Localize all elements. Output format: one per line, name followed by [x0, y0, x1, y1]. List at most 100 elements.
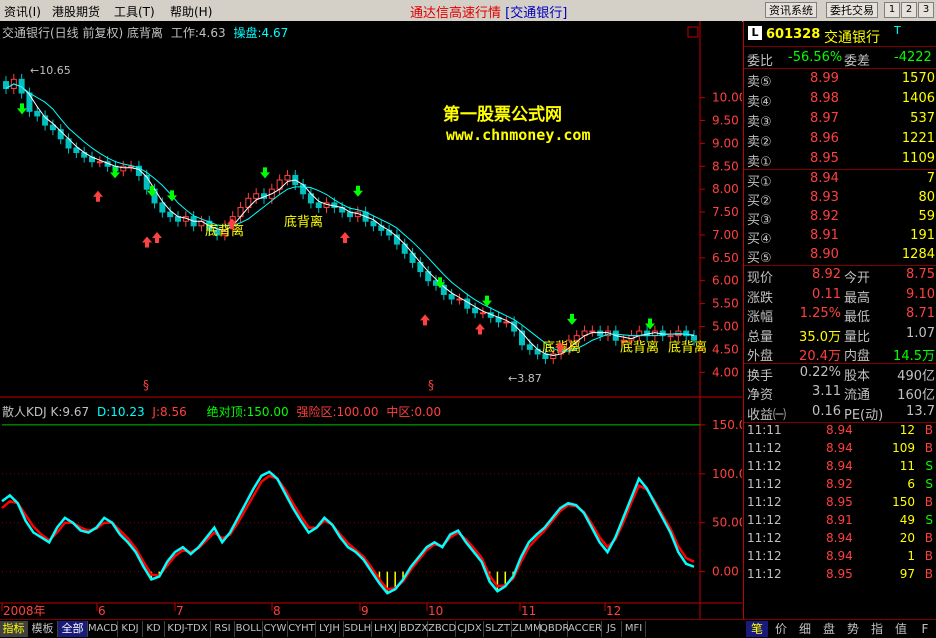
stat-row[interactable]: 收益㈠ 0.16 PE(动) 13.7: [744, 403, 936, 423]
bid-row[interactable]: 买① 8.94 7: [744, 170, 936, 190]
tick-row[interactable]: 11:11 8.94 12 B: [744, 422, 936, 440]
tick-price: 8.92: [826, 477, 853, 491]
divergence-label: 底背离: [284, 214, 323, 230]
panel-tab[interactable]: 势: [842, 621, 864, 637]
menu-item-info[interactable]: 资讯(I): [4, 3, 41, 20]
tick-price: 8.94: [826, 531, 853, 545]
stat-value: 3.11: [812, 384, 841, 399]
indicator-tab[interactable]: ACCER: [568, 621, 602, 637]
menu-item-tools[interactable]: 工具(T): [114, 3, 155, 20]
trade-button[interactable]: 委托交易: [826, 2, 878, 18]
indicator-tab[interactable]: JS: [602, 621, 622, 637]
indicator-tab[interactable]: SDLH: [344, 621, 372, 637]
ask-row[interactable]: 卖④ 8.98 1406: [744, 90, 936, 110]
stat-row[interactable]: 涨幅 1.25% 最低 8.71: [744, 305, 936, 325]
indicator-tab[interactable]: CYHT: [288, 621, 316, 637]
stat-label: 换手: [747, 368, 774, 384]
bid-volume: 1284: [901, 247, 935, 262]
buy-arrow-icon: [420, 314, 430, 326]
stat-row[interactable]: 总量 35.0万 量比 1.07: [744, 325, 936, 345]
stat-label: 流通: [844, 388, 871, 403]
bid-row[interactable]: 买④ 8.91 191: [744, 227, 936, 247]
window-button-2[interactable]: 2: [901, 2, 917, 18]
indicator-tab[interactable]: ZLMM: [512, 621, 542, 637]
tick-row[interactable]: 11:12 8.94 109 B: [744, 440, 936, 458]
price-axis-label: 6.00: [712, 274, 739, 288]
indicator-tab[interactable]: BDZX: [400, 621, 428, 637]
indicator-tab[interactable]: MFI: [622, 621, 646, 637]
tick-row[interactable]: 11:12 8.94 1 B: [744, 548, 936, 566]
stat-label: PE(动): [844, 407, 884, 423]
indicator-tab[interactable]: LHXJ: [372, 621, 400, 637]
window-button-1[interactable]: 1: [884, 2, 900, 18]
panel-tab[interactable]: 盘: [818, 621, 840, 637]
stat-row[interactable]: 外盘 20.4万 内盘 14.5万: [744, 344, 936, 364]
indicator-tab[interactable]: ZBCD: [428, 621, 456, 637]
tick-row[interactable]: 11:12 8.95 150 B: [744, 494, 936, 512]
stat-row[interactable]: 现价 8.92 今开 8.75: [744, 266, 936, 286]
indicator-tab[interactable]: KDJ-TDX: [165, 621, 211, 637]
chart-canvas[interactable]: 10.00 9.50 9.00 8.50 8.00 7.50 7.00 6.50 6.00 5.5…: [0, 21, 742, 619]
stat-row[interactable]: 换手 0.22% 股本 490亿: [744, 364, 936, 384]
indicator-tab[interactable]: SLZT: [484, 621, 512, 637]
tick-side: S: [925, 459, 933, 473]
sell-arrow-icon: [17, 103, 27, 115]
price-axis-label: 6.50: [712, 251, 739, 265]
panel-tab[interactable]: 笔: [746, 621, 768, 637]
indicator-tab[interactable]: MACD: [88, 621, 118, 637]
tick-row[interactable]: 11:12 8.92 6 S: [744, 476, 936, 494]
indicator-tab[interactable]: CJDX: [456, 621, 484, 637]
menu-item-hk-futures[interactable]: 港股期货: [52, 3, 100, 20]
indicator-tab[interactable]: 模板: [28, 621, 58, 637]
ask-row[interactable]: 卖② 8.96 1221: [744, 130, 936, 150]
bid-volume: 59: [918, 209, 935, 224]
ask-row[interactable]: 卖③ 8.97 537: [744, 110, 936, 130]
panel-tab[interactable]: 值: [890, 621, 912, 637]
tick-volume: 6: [907, 477, 915, 491]
tick-row[interactable]: 11:12 8.94 11 S: [744, 458, 936, 476]
indicator-tab[interactable]: KD: [143, 621, 165, 637]
panel-tab[interactable]: 细: [794, 621, 816, 637]
tick-row[interactable]: 11:12 8.95 97 B: [744, 566, 936, 584]
tick-side: S: [925, 477, 933, 491]
kdj-j-value: J:8.56: [152, 405, 187, 419]
candle-body: [479, 312, 486, 315]
panel-tab[interactable]: 指: [866, 621, 888, 637]
indicator-tab[interactable]: LYJH: [316, 621, 344, 637]
indicator-tab[interactable]: RSI: [211, 621, 235, 637]
bid-row[interactable]: 买③ 8.92 59: [744, 208, 936, 228]
indicator-tab[interactable]: KDJ: [118, 621, 143, 637]
tick-row[interactable]: 11:12 8.91 49 S: [744, 512, 936, 530]
bid-row[interactable]: 买② 8.93 80: [744, 189, 936, 209]
ask-row[interactable]: 卖⑤ 8.99 1570: [744, 70, 936, 90]
chart-area[interactable]: 10.00 9.50 9.00 8.50 8.00 7.50 7.00 6.50 6.00 5.5…: [0, 21, 742, 619]
stat-value: 0.22%: [799, 364, 841, 380]
indicator-tab[interactable]: BOLL: [235, 621, 263, 637]
panel-tab[interactable]: F: [914, 621, 936, 637]
stat-row[interactable]: 净资 3.11 流通 160亿: [744, 383, 936, 403]
tick-side: B: [924, 423, 933, 437]
tick-time: 11:12: [747, 441, 782, 455]
stat-value: 8.71: [906, 306, 935, 321]
ask-row[interactable]: 卖① 8.95 1109: [744, 150, 936, 170]
tick-row[interactable]: 11:12 8.94 20 B: [744, 530, 936, 548]
candle-body: [667, 335, 674, 338]
info-system-button[interactable]: 资讯系统: [765, 2, 817, 18]
buy-arrow-icon: [340, 231, 350, 243]
window-button-3[interactable]: 3: [918, 2, 934, 18]
indicator-tab[interactable]: 全部: [58, 621, 88, 637]
ask-volume: 1109: [901, 151, 935, 166]
candle-body: [159, 202, 166, 213]
indicator-tab[interactable]: 指标: [0, 621, 28, 637]
stat-row[interactable]: 涨跌 0.11 最高 9.10: [744, 286, 936, 306]
price-low-label: ←3.87: [508, 372, 542, 385]
kdj-axis-label: 0.00: [712, 565, 739, 579]
bid-row[interactable]: 买⑤ 8.90 1284: [744, 246, 936, 266]
price-axis-label: 7.50: [712, 205, 739, 219]
indicator-tab[interactable]: CYW: [263, 621, 288, 637]
candle-body: [167, 211, 174, 218]
panel-tab[interactable]: 价: [770, 621, 792, 637]
menu-item-help[interactable]: 帮助(H): [170, 3, 212, 20]
indicator-tab[interactable]: QBDR: [540, 621, 569, 637]
stat-value: 20.4万: [799, 349, 841, 364]
